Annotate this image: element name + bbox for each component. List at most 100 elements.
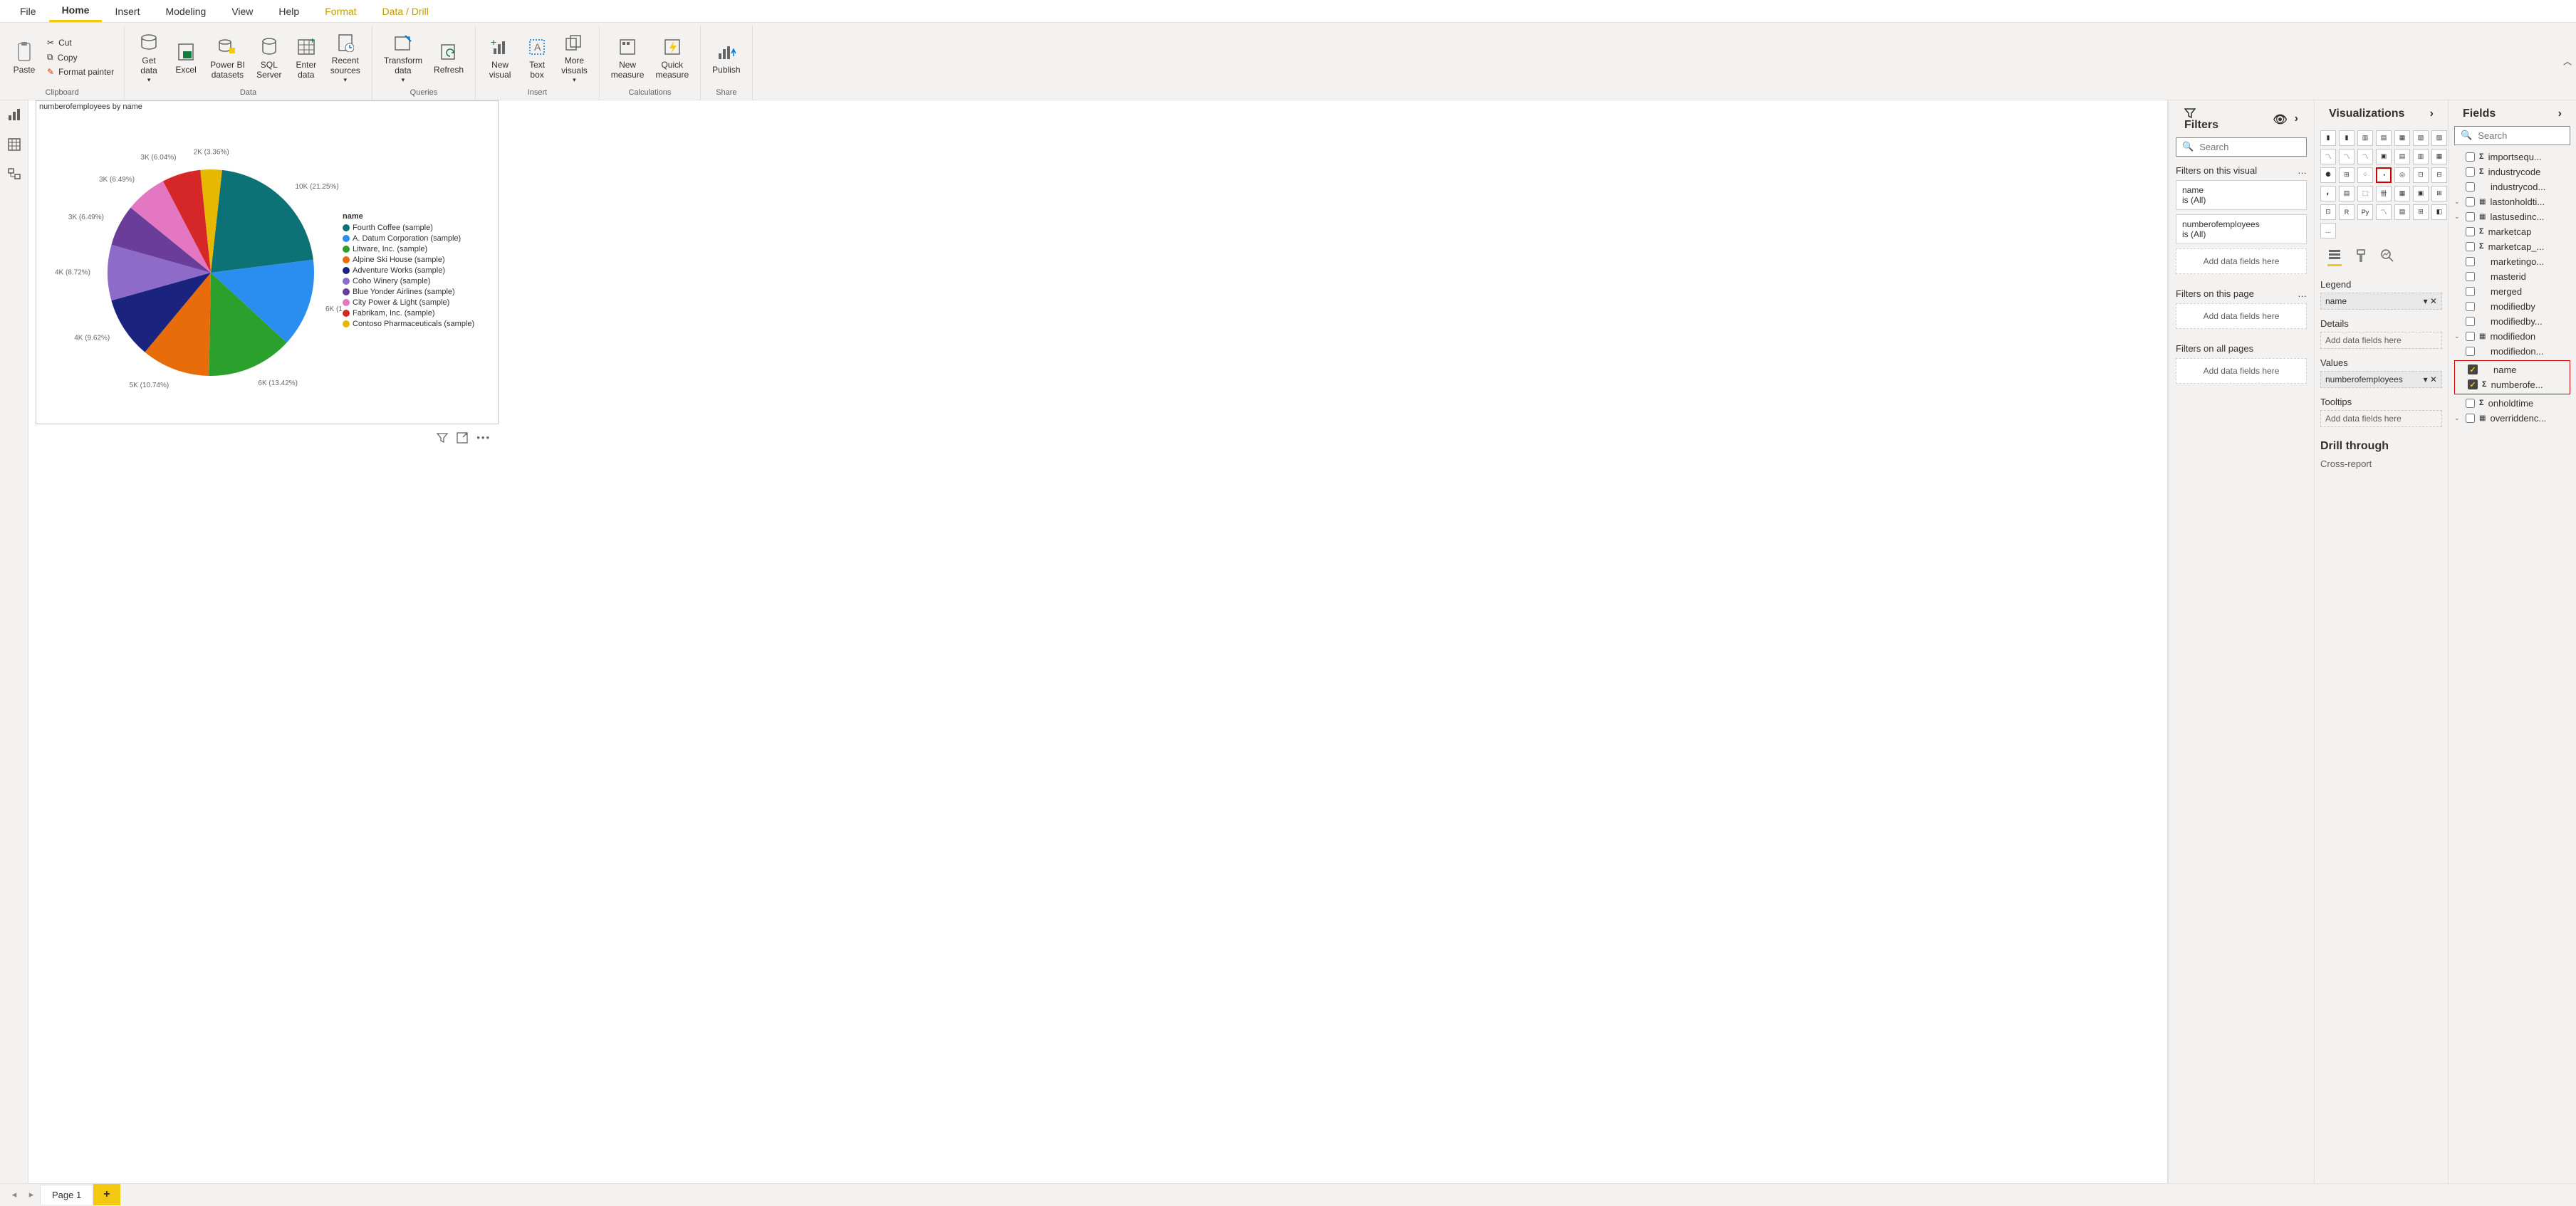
viz-type-icon[interactable]: ▦ <box>2394 130 2410 146</box>
paste-button[interactable]: Paste <box>7 38 41 78</box>
viz-type-icon[interactable]: ▨ <box>2431 130 2447 146</box>
legend-item[interactable]: Fabrikam, Inc. (sample) <box>343 309 498 318</box>
fields-collapse-icon[interactable]: › <box>2558 108 2562 120</box>
menu-insert[interactable]: Insert <box>102 1 152 21</box>
filters-page-dropzone[interactable]: Add data fields here <box>2176 303 2307 329</box>
viz-type-icon[interactable]: ⊡ <box>2320 204 2336 220</box>
viz-type-icon[interactable]: 〽 <box>2357 149 2373 164</box>
viz-type-icon[interactable]: ▣ <box>2376 149 2392 164</box>
field-checkbox[interactable] <box>2466 399 2475 408</box>
field-row[interactable]: ⌄▦lastonholdti... <box>2454 194 2570 209</box>
field-checkbox[interactable] <box>2466 317 2475 326</box>
field-row[interactable]: ✓name <box>2456 362 2568 377</box>
report-canvas[interactable]: numberofemployees by name 10K (21.25%)6K… <box>28 100 2168 1183</box>
viz-type-icon[interactable]: ▦ <box>2394 186 2410 201</box>
field-row[interactable]: merged <box>2454 284 2570 299</box>
viz-type-icon[interactable]: ◔ <box>2376 167 2392 183</box>
field-checkbox[interactable] <box>2466 197 2475 206</box>
viz-type-icon[interactable]: 卌 <box>2376 186 2392 201</box>
field-row[interactable]: Σindustrycode <box>2454 164 2570 179</box>
field-checkbox[interactable] <box>2466 302 2475 311</box>
viz-type-icon[interactable]: ▤ <box>2339 186 2355 201</box>
viz-type-icon[interactable]: ⊡ <box>2413 167 2429 183</box>
sql-server-button[interactable]: SQL Server <box>252 33 286 83</box>
field-row[interactable]: modifiedby... <box>2454 314 2570 329</box>
field-checkbox[interactable] <box>2466 227 2475 236</box>
viz-type-icon[interactable]: ⁘ <box>2357 167 2373 183</box>
menu-file[interactable]: File <box>7 1 49 21</box>
text-box-button[interactable]: AText box <box>520 33 554 83</box>
fields-tab[interactable] <box>2327 248 2342 266</box>
pie-chart-visual[interactable]: numberofemployees by name 10K (21.25%)6K… <box>36 100 499 424</box>
legend-item[interactable]: Alpine Ski House (sample) <box>343 256 498 264</box>
viz-type-icon[interactable]: ▤ <box>2394 149 2410 164</box>
tab-next-button[interactable]: ▸ <box>23 1189 40 1200</box>
viz-type-icon[interactable]: ▣ <box>2413 186 2429 201</box>
field-row[interactable]: Σimportsequ... <box>2454 150 2570 164</box>
more-visuals-button[interactable]: More visuals▾ <box>557 28 592 87</box>
new-visual-button[interactable]: +New visual <box>483 33 517 83</box>
filters-visual-more-icon[interactable]: … <box>2298 165 2307 176</box>
field-row[interactable]: ⌄▦modifiedon <box>2454 329 2570 344</box>
legend-well[interactable]: name▾ ✕ <box>2320 293 2442 310</box>
legend-item[interactable]: A. Datum Corporation (sample) <box>343 234 498 243</box>
field-checkbox[interactable] <box>2466 347 2475 356</box>
add-page-button[interactable]: + <box>93 1184 120 1205</box>
analytics-tab[interactable] <box>2380 248 2394 266</box>
page-tab-1[interactable]: Page 1 <box>40 1185 93 1205</box>
viz-type-icon[interactable]: ⊞ <box>2431 186 2447 201</box>
new-measure-button[interactable]: New measure <box>607 33 649 83</box>
field-checkbox[interactable] <box>2466 182 2475 192</box>
collapse-ribbon-button[interactable]: ︿ <box>2563 55 2572 67</box>
field-row[interactable]: ⌄▦overriddenc... <box>2454 411 2570 426</box>
excel-button[interactable]: Excel <box>169 38 203 78</box>
field-checkbox[interactable] <box>2466 332 2475 341</box>
field-checkbox[interactable] <box>2466 242 2475 251</box>
field-checkbox[interactable] <box>2466 287 2475 296</box>
report-view-button[interactable] <box>6 106 23 123</box>
field-checkbox[interactable] <box>2466 272 2475 281</box>
legend-item[interactable]: Coho Winery (sample) <box>343 277 498 285</box>
pbi-datasets-button[interactable]: Power BI datasets <box>206 33 249 83</box>
filters-search-input[interactable] <box>2198 141 2326 153</box>
viz-type-icon[interactable]: ▥ <box>2357 130 2373 146</box>
visual-focus-icon[interactable] <box>457 432 468 444</box>
viz-type-icon[interactable]: ▥ <box>2413 149 2429 164</box>
menu-view[interactable]: View <box>219 1 266 21</box>
visual-filter-icon[interactable] <box>437 432 448 444</box>
viz-type-icon[interactable]: ⊞ <box>2339 167 2355 183</box>
visual-more-icon[interactable]: ••• <box>476 432 491 444</box>
legend-item[interactable]: Blue Yonder Airlines (sample) <box>343 288 498 296</box>
publish-button[interactable]: Publish <box>708 38 744 78</box>
viz-type-icon[interactable]: 〽 <box>2376 204 2392 220</box>
viz-type-icon[interactable]: 〽 <box>2339 149 2355 164</box>
field-checkbox[interactable] <box>2466 167 2475 177</box>
checkbox-icon[interactable]: ✓ <box>2468 365 2478 374</box>
fields-search-input[interactable] <box>2476 130 2576 142</box>
get-data-button[interactable]: Get data▾ <box>132 28 166 87</box>
menu-help[interactable]: Help <box>266 1 312 21</box>
transform-data-button[interactable]: Transform data▾ <box>380 28 427 87</box>
viz-type-icon[interactable]: ◎ <box>2394 167 2410 183</box>
legend-item[interactable]: Adventure Works (sample) <box>343 266 498 275</box>
field-row[interactable]: Σmarketcap_... <box>2454 239 2570 254</box>
viz-type-icon[interactable]: ⚈ <box>2320 167 2336 183</box>
tab-prev-button[interactable]: ◂ <box>6 1189 23 1200</box>
filters-visual-dropzone[interactable]: Add data fields here <box>2176 248 2307 274</box>
data-view-button[interactable] <box>6 136 23 153</box>
field-row[interactable]: ✓Σnumberofe... <box>2456 377 2568 392</box>
viz-type-icon[interactable]: ▮ <box>2339 130 2355 146</box>
field-row[interactable]: ⌄▦lastusedinc... <box>2454 209 2570 224</box>
refresh-button[interactable]: Refresh <box>429 38 468 78</box>
legend-item[interactable]: Contoso Pharmaceuticals (sample) <box>343 320 498 328</box>
format-painter-button[interactable]: ✎Format painter <box>44 65 117 78</box>
viz-type-icon[interactable]: 〽 <box>2320 149 2336 164</box>
viz-type-icon[interactable]: ▤ <box>2394 204 2410 220</box>
filters-search[interactable]: 🔍 <box>2176 137 2307 157</box>
legend-item[interactable]: City Power & Light (sample) <box>343 298 498 307</box>
viz-type-icon[interactable]: ⬚ <box>2357 186 2373 201</box>
menu-format[interactable]: Format <box>312 1 369 21</box>
format-tab[interactable] <box>2355 248 2367 266</box>
field-checkbox[interactable] <box>2466 152 2475 162</box>
field-checkbox[interactable] <box>2466 257 2475 266</box>
